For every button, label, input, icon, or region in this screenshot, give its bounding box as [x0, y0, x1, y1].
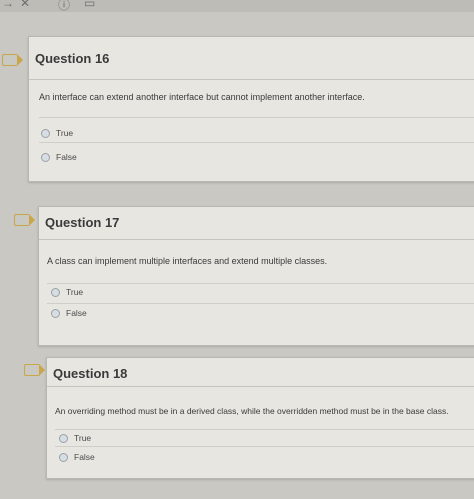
question-title: Question 18: [53, 366, 128, 381]
divider: [47, 283, 474, 284]
question-card-17: Question 17 A class can implement multip…: [38, 206, 474, 346]
divider: [39, 117, 474, 118]
radio-button[interactable]: [41, 152, 50, 162]
question-title: Question 16: [35, 51, 110, 66]
radio-button[interactable]: [59, 452, 68, 462]
radio-button[interactable]: [41, 128, 50, 138]
option-true[interactable]: True: [51, 287, 83, 297]
option-true[interactable]: True: [59, 433, 91, 443]
radio-button[interactable]: [51, 287, 60, 297]
option-label: True: [56, 128, 74, 138]
question-header: Question 16: [29, 37, 474, 80]
close-icon[interactable]: ✕: [20, 0, 30, 10]
radio-button[interactable]: [51, 308, 60, 318]
question-card-16: Question 16 An interface can extend anot…: [28, 36, 474, 182]
question-card-18: Question 18 An overriding method must be…: [46, 357, 474, 479]
question-text: An interface can extend another interfac…: [39, 92, 365, 102]
flag-icon[interactable]: [14, 214, 35, 226]
browser-toolbar-strip: → ✕ ⓘ ▭: [0, 0, 474, 12]
option-true[interactable]: True: [41, 128, 73, 138]
question-text: A class can implement multiple interface…: [47, 256, 328, 266]
divider: [55, 429, 474, 430]
option-label: True: [74, 433, 92, 443]
divider: [55, 446, 474, 447]
flag-icon[interactable]: [24, 364, 45, 376]
divider: [47, 303, 474, 304]
option-false[interactable]: False: [41, 152, 77, 162]
option-false[interactable]: False: [59, 452, 95, 462]
flag-icon[interactable]: [2, 54, 23, 66]
question-title: Question 17: [45, 215, 120, 230]
option-label: False: [74, 452, 95, 462]
option-label: False: [56, 152, 77, 162]
save-icon[interactable]: ▭: [84, 0, 95, 10]
info-icon[interactable]: ⓘ: [58, 0, 70, 13]
back-arrow-icon[interactable]: →: [2, 0, 14, 10]
radio-button[interactable]: [59, 433, 68, 443]
question-text: An overriding method must be in a derive…: [55, 406, 449, 416]
divider: [39, 142, 474, 143]
option-label: True: [66, 287, 84, 297]
option-false[interactable]: False: [51, 308, 87, 318]
option-label: False: [66, 308, 87, 318]
question-header: Question 17: [39, 207, 474, 240]
question-header: Question 18: [47, 358, 474, 387]
